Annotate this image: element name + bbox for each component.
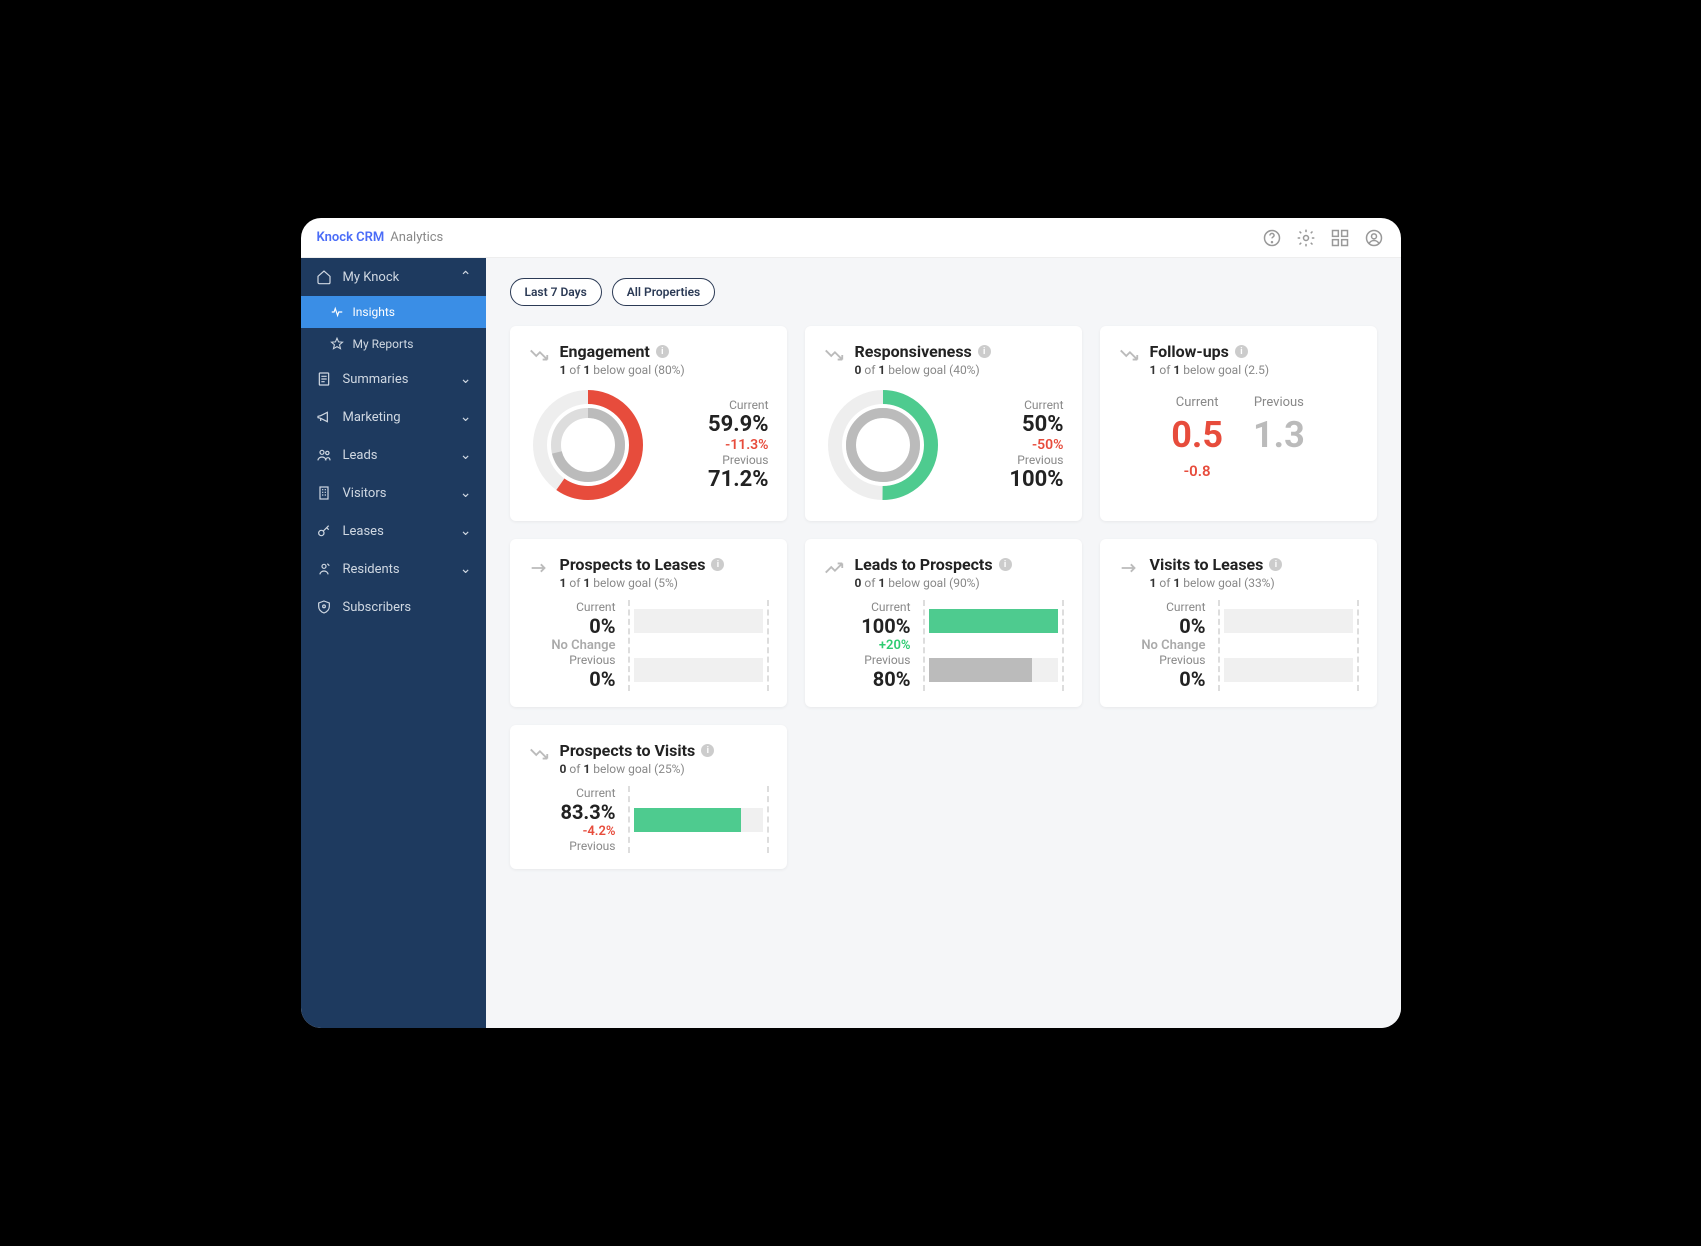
info-icon[interactable]: i — [1269, 558, 1282, 571]
gear-icon[interactable] — [1295, 227, 1317, 249]
bar-current — [1224, 609, 1353, 633]
chevron-down-icon: ⌄ — [460, 409, 472, 425]
card-visits-leases[interactable]: Visits to Leasesi 1 of 1 below goal (33%… — [1100, 539, 1377, 707]
chevron-up-icon: ⌃ — [460, 269, 472, 285]
nav-my-knock[interactable]: My Knock ⌃ — [301, 258, 486, 296]
engagement-donut — [528, 385, 648, 505]
trend-down-icon — [528, 743, 550, 765]
bar-previous — [929, 658, 1058, 682]
card-followups[interactable]: Follow-upsi 1 of 1 below goal (2.5) Curr… — [1100, 326, 1377, 521]
nav-marketing[interactable]: Marketing ⌄ — [301, 398, 486, 436]
key-icon — [315, 522, 333, 540]
filter-properties[interactable]: All Properties — [612, 278, 715, 306]
nav-leads[interactable]: Leads ⌄ — [301, 436, 486, 474]
pulse-icon — [329, 304, 345, 320]
nav-insights[interactable]: Insights — [301, 296, 486, 328]
header: Knock CRM Analytics — [301, 218, 1401, 258]
chevron-down-icon: ⌄ — [460, 485, 472, 501]
trend-down-icon — [528, 344, 550, 366]
nav-my-reports[interactable]: My Reports — [301, 328, 486, 360]
info-icon[interactable]: i — [711, 558, 724, 571]
main-content: Last 7 Days All Properties Engagementi 1… — [486, 258, 1401, 1028]
doc-icon — [315, 370, 333, 388]
card-leads-prospects[interactable]: Leads to Prospectsi 0 of 1 below goal (9… — [805, 539, 1082, 707]
resident-icon — [315, 560, 333, 578]
card-subtitle: 1 of 1 below goal (80%) — [560, 363, 685, 377]
app-window: Knock CRM Analytics My Knock ⌃ Insights … — [301, 218, 1401, 1028]
brand-name: Knock CRM — [317, 230, 385, 245]
bar-current — [929, 609, 1058, 633]
sidebar: My Knock ⌃ Insights My Reports Summaries… — [301, 258, 486, 1028]
building-icon — [315, 484, 333, 502]
nav-residents[interactable]: Residents ⌄ — [301, 550, 486, 588]
responsiveness-donut — [823, 385, 943, 505]
home-icon — [315, 268, 333, 286]
bar-previous — [634, 658, 763, 682]
trend-up-icon — [823, 557, 845, 579]
nav-leases[interactable]: Leases ⌄ — [301, 512, 486, 550]
page-title: Analytics — [390, 230, 443, 245]
chevron-down-icon: ⌄ — [460, 447, 472, 463]
people-icon — [315, 446, 333, 464]
chevron-down-icon: ⌄ — [460, 561, 472, 577]
trend-down-icon — [823, 344, 845, 366]
info-icon[interactable]: i — [1235, 345, 1248, 358]
nav-visitors[interactable]: Visitors ⌄ — [301, 474, 486, 512]
trend-down-icon — [1118, 344, 1140, 366]
info-icon[interactable]: i — [978, 345, 991, 358]
trend-flat-icon — [1118, 557, 1140, 579]
megaphone-icon — [315, 408, 333, 426]
trend-flat-icon — [528, 557, 550, 579]
nav-summaries[interactable]: Summaries ⌄ — [301, 360, 486, 398]
bar-current — [634, 808, 763, 832]
info-icon[interactable]: i — [999, 558, 1012, 571]
bar-previous — [1224, 658, 1353, 682]
filter-date-range[interactable]: Last 7 Days — [510, 278, 602, 306]
account-icon[interactable] — [1363, 227, 1385, 249]
bar-current — [634, 609, 763, 633]
info-icon[interactable]: i — [701, 744, 714, 757]
info-icon[interactable]: i — [656, 345, 669, 358]
card-engagement[interactable]: Engagementi 1 of 1 below goal (80%) — [510, 326, 787, 521]
shield-icon — [315, 598, 333, 616]
apps-icon[interactable] — [1329, 227, 1351, 249]
chevron-down-icon: ⌄ — [460, 523, 472, 539]
filter-bar: Last 7 Days All Properties — [510, 278, 1377, 306]
help-icon[interactable] — [1261, 227, 1283, 249]
nav-subscribers[interactable]: Subscribers — [301, 588, 486, 626]
star-icon — [329, 336, 345, 352]
card-prospects-visits[interactable]: Prospects to Visitsi 0 of 1 below goal (… — [510, 725, 787, 869]
card-prospects-leases[interactable]: Prospects to Leasesi 1 of 1 below goal (… — [510, 539, 787, 707]
card-responsiveness[interactable]: Responsivenessi 0 of 1 below goal (40%) — [805, 326, 1082, 521]
chevron-down-icon: ⌄ — [460, 371, 472, 387]
